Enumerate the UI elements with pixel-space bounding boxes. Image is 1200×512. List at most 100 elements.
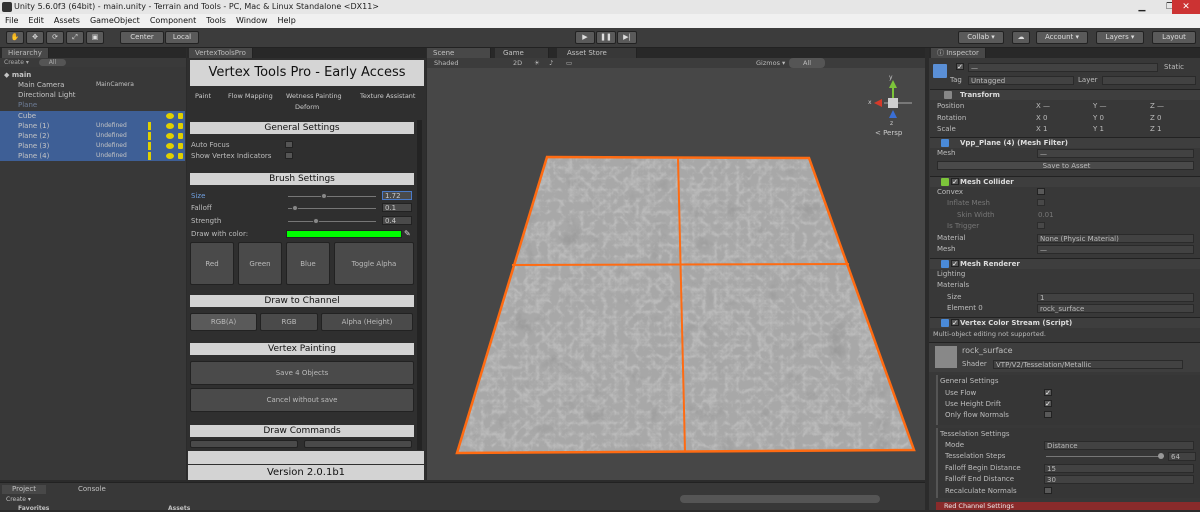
hierarchy-create-button[interactable]: Create ▾ xyxy=(4,59,29,66)
green-channel-button[interactable]: Green xyxy=(238,242,282,285)
tab-console[interactable]: Console xyxy=(70,485,114,494)
hierarchy-item[interactable]: Plane (3) Undefined xyxy=(0,141,185,152)
vtp-tab-deform[interactable]: Deform xyxy=(295,103,319,111)
falloff-slider-track[interactable] xyxy=(288,208,376,209)
tesselation-steps-knob[interactable] xyxy=(1158,453,1164,459)
tesselation-steps-field[interactable]: 64 xyxy=(1168,452,1196,461)
hierarchy-item[interactable]: Plane (4) Undefined xyxy=(0,151,185,162)
scale-x[interactable]: X 1 xyxy=(1036,124,1047,134)
tag-dropdown[interactable]: Untagged xyxy=(968,76,1074,85)
layers-button[interactable]: Layers ▾ xyxy=(1096,31,1144,44)
physic-material-field[interactable]: None (Physic Material) xyxy=(1037,234,1194,243)
element0-field[interactable]: rock_surface xyxy=(1037,304,1194,313)
minimize-button[interactable]: ▁ xyxy=(1128,0,1156,14)
materials-size-field[interactable]: 1 xyxy=(1037,293,1194,302)
tesselation-foldout[interactable]: Tesselation Settings xyxy=(940,429,1010,439)
strength-field[interactable]: 0.4 xyxy=(382,216,412,225)
layout-button[interactable]: Layout xyxy=(1152,31,1196,44)
color-stream-enabled-checkbox[interactable]: ✓ xyxy=(951,319,959,327)
static-label[interactable]: Static xyxy=(1164,62,1184,72)
gizmo-z-axis[interactable] xyxy=(889,110,897,118)
save-to-asset-button[interactable]: Save to Asset xyxy=(937,161,1194,170)
red-channel-button[interactable]: Red xyxy=(190,242,234,285)
scale-z[interactable]: Z 1 xyxy=(1150,124,1161,134)
menu-edit[interactable]: Edit xyxy=(28,16,44,25)
tesselation-steps-slider[interactable] xyxy=(1046,456,1164,457)
hierarchy-item[interactable]: Plane (2) Undefined xyxy=(0,131,185,141)
rotate-tool-icon[interactable]: ⟳ xyxy=(46,31,64,44)
position-z[interactable]: Z — xyxy=(1150,101,1164,111)
scale-y[interactable]: Y 1 xyxy=(1093,124,1104,134)
menu-tools[interactable]: Tools xyxy=(206,16,226,25)
lighting-toggle-icon[interactable]: ☀ xyxy=(534,58,540,68)
shader-dropdown[interactable]: VTP/V2/Tesselation/Metallic xyxy=(993,360,1183,369)
pause-button[interactable]: ❚❚ xyxy=(596,31,616,44)
mesh-renderer-header[interactable]: Mesh Renderer xyxy=(930,258,1200,269)
mesh-collider-header[interactable]: Mesh Collider xyxy=(930,176,1200,187)
transform-header[interactable]: Transform xyxy=(930,89,1200,100)
draw-command-button-1[interactable] xyxy=(190,440,298,448)
size-slider-knob[interactable] xyxy=(320,193,327,199)
project-create-button[interactable]: Create ▾ xyxy=(6,496,31,503)
recalculate-normals-checkbox[interactable] xyxy=(1044,487,1052,494)
strength-slider-track[interactable] xyxy=(288,221,376,222)
vtp-tab-wetness[interactable]: Wetness Painting xyxy=(286,92,342,100)
mesh-field[interactable]: — xyxy=(1037,149,1194,158)
menu-file[interactable]: File xyxy=(5,16,18,25)
shading-mode-dropdown[interactable]: Shaded xyxy=(434,58,458,68)
hierarchy-item[interactable]: Cube xyxy=(0,110,185,121)
rect-tool-icon[interactable]: ▣ xyxy=(86,31,104,44)
move-tool-icon[interactable]: ✥ xyxy=(26,31,44,44)
draw-command-button-2[interactable] xyxy=(304,440,412,448)
use-height-drift-checkbox[interactable]: ✓ xyxy=(1044,400,1052,408)
menu-assets[interactable]: Assets xyxy=(54,16,80,25)
hierarchy-item[interactable]: Main Camera MainCamera xyxy=(0,80,185,90)
persp-label[interactable]: < Persp xyxy=(875,129,902,137)
lock-icon[interactable] xyxy=(178,112,183,119)
vtp-tab-paint[interactable]: Paint xyxy=(195,92,211,100)
position-x[interactable]: X — xyxy=(1036,101,1050,111)
scene-root[interactable]: ◆ main xyxy=(0,70,185,80)
hierarchy-search-input[interactable]: All xyxy=(38,59,67,66)
effects-toggle-icon[interactable]: ▭ xyxy=(566,58,572,68)
blue-channel-button[interactable]: Blue xyxy=(286,242,330,285)
vtp-tab-texture-assistant[interactable]: Texture Assistant xyxy=(360,92,415,100)
vertex-color-stream-header[interactable]: Vertex Color Stream (Script) xyxy=(930,317,1200,328)
use-flow-checkbox[interactable]: ✓ xyxy=(1044,389,1052,397)
rotation-y[interactable]: Y 0 xyxy=(1093,113,1104,123)
falloff-field[interactable]: 0.1 xyxy=(382,203,412,212)
hierarchy-item[interactable]: Plane (1) Undefined xyxy=(0,120,185,131)
draw-color-swatch[interactable] xyxy=(286,230,402,238)
toggle-alpha-button[interactable]: Toggle Alpha xyxy=(334,242,414,285)
gizmo-center-cube[interactable] xyxy=(888,98,898,108)
collab-button[interactable]: Collab ▾ xyxy=(958,31,1004,44)
tab-asset-store[interactable]: Asset Store xyxy=(557,48,637,58)
lock-icon[interactable] xyxy=(178,143,183,150)
mesh-renderer-enabled-checkbox[interactable]: ✓ xyxy=(951,260,959,268)
red-channel-settings-header[interactable]: Red Channel Settings xyxy=(936,502,1200,510)
collider-mesh-field[interactable]: — xyxy=(1037,245,1194,254)
channel-alpha-button[interactable]: Alpha (Height) xyxy=(321,313,413,331)
size-field[interactable]: 1.72 xyxy=(382,191,412,200)
tab-hierarchy[interactable]: Hierarchy xyxy=(2,48,49,58)
menu-window[interactable]: Window xyxy=(236,16,268,25)
lighting-foldout[interactable]: Lighting xyxy=(937,269,965,279)
hand-tool-icon[interactable]: ✋ xyxy=(6,31,24,44)
object-name-field[interactable]: — xyxy=(968,63,1158,72)
menu-component[interactable]: Component xyxy=(150,16,196,25)
scale-tool-icon[interactable]: ⤢ xyxy=(66,31,84,44)
tab-vertextoolspro[interactable]: VertexToolsPro xyxy=(189,48,253,58)
channel-rgb-button[interactable]: RGB xyxy=(260,313,318,331)
tab-scene[interactable]: Scene xyxy=(427,48,491,58)
rotation-z[interactable]: Z 0 xyxy=(1150,113,1161,123)
lock-icon[interactable] xyxy=(178,153,183,160)
lock-icon[interactable] xyxy=(178,133,183,139)
gizmos-dropdown[interactable]: Gizmos ▾ xyxy=(756,58,785,68)
close-button[interactable]: ✕ xyxy=(1172,0,1200,14)
lock-icon[interactable] xyxy=(178,122,183,129)
project-search-input[interactable] xyxy=(680,495,880,503)
eyedropper-icon[interactable]: ✎ xyxy=(404,229,412,239)
assets-breadcrumb[interactable]: Assets xyxy=(168,505,190,512)
scene-viewport[interactable]: y x z < Persp xyxy=(427,68,925,480)
mesh-filter-header[interactable]: Vpp_Plane (4) (Mesh Filter) xyxy=(930,137,1200,148)
